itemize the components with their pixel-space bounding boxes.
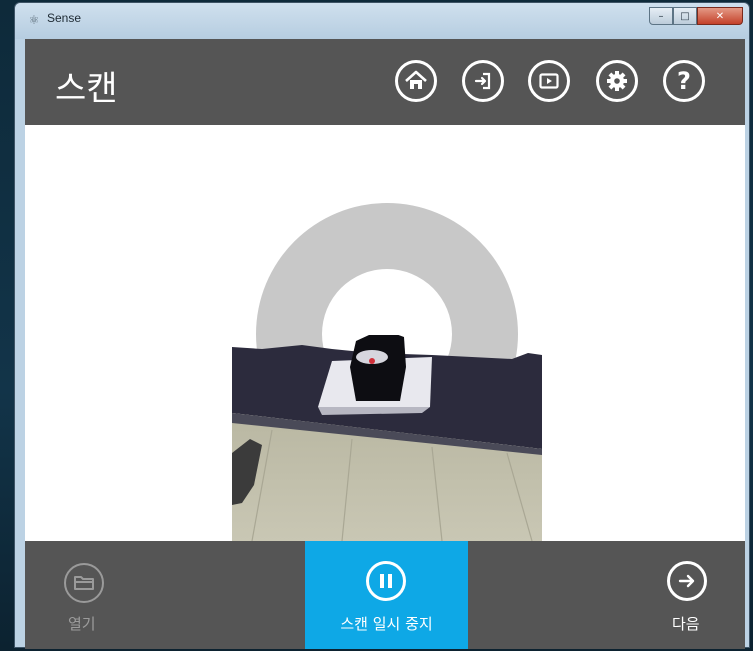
page-title: 스캔	[55, 69, 118, 109]
window-controls: – □ ✕	[649, 7, 743, 27]
next-icon-circle	[667, 561, 707, 601]
next-label: 다음	[672, 615, 700, 633]
open-button[interactable]: 열기	[35, 541, 135, 649]
maximize-icon: □	[680, 10, 690, 22]
app-window: ⚛ Sense – □ ✕ 스캔 ? 열기 스캔 일시 중지 다음	[14, 2, 750, 649]
maximize-button[interactable]: □	[673, 7, 697, 25]
help-icon: ?	[677, 67, 691, 95]
gear-icon	[607, 71, 627, 91]
footer-bar: 열기 스캔 일시 중지 다음	[25, 541, 745, 649]
folder-icon	[74, 576, 94, 590]
open-label: 열기	[68, 615, 96, 633]
home-icon	[405, 70, 427, 89]
home-button[interactable]	[395, 60, 437, 102]
pause-icon	[380, 574, 392, 588]
arrow-right-icon	[678, 574, 695, 588]
scan-viewport	[25, 125, 745, 541]
login-icon	[474, 72, 491, 90]
camera-preview	[232, 335, 542, 541]
minimize-button[interactable]: –	[649, 7, 673, 25]
open-icon-circle	[64, 563, 104, 603]
play-button[interactable]	[528, 60, 570, 102]
sense-icon: ⚛	[28, 13, 40, 27]
play-icon	[539, 73, 559, 89]
next-button[interactable]: 다음	[645, 541, 745, 649]
depth-camera-image	[232, 335, 542, 541]
close-button[interactable]: ✕	[697, 7, 743, 25]
title-bar[interactable]: ⚛ Sense – □ ✕	[15, 3, 749, 39]
login-button[interactable]	[462, 60, 504, 102]
settings-button[interactable]	[596, 60, 638, 102]
close-icon: ✕	[715, 10, 725, 22]
help-button[interactable]: ?	[663, 60, 705, 102]
pause-scan-label: 스캔 일시 중지	[340, 615, 433, 633]
header-bar: 스캔 ?	[25, 39, 745, 125]
pause-icon-circle	[366, 561, 406, 601]
app-client: 스캔 ? 열기 스캔 일시 중지 다음	[25, 39, 745, 649]
pause-scan-button[interactable]: 스캔 일시 중지	[305, 541, 468, 649]
minimize-icon: –	[658, 10, 664, 22]
window-title: Sense	[47, 11, 82, 25]
